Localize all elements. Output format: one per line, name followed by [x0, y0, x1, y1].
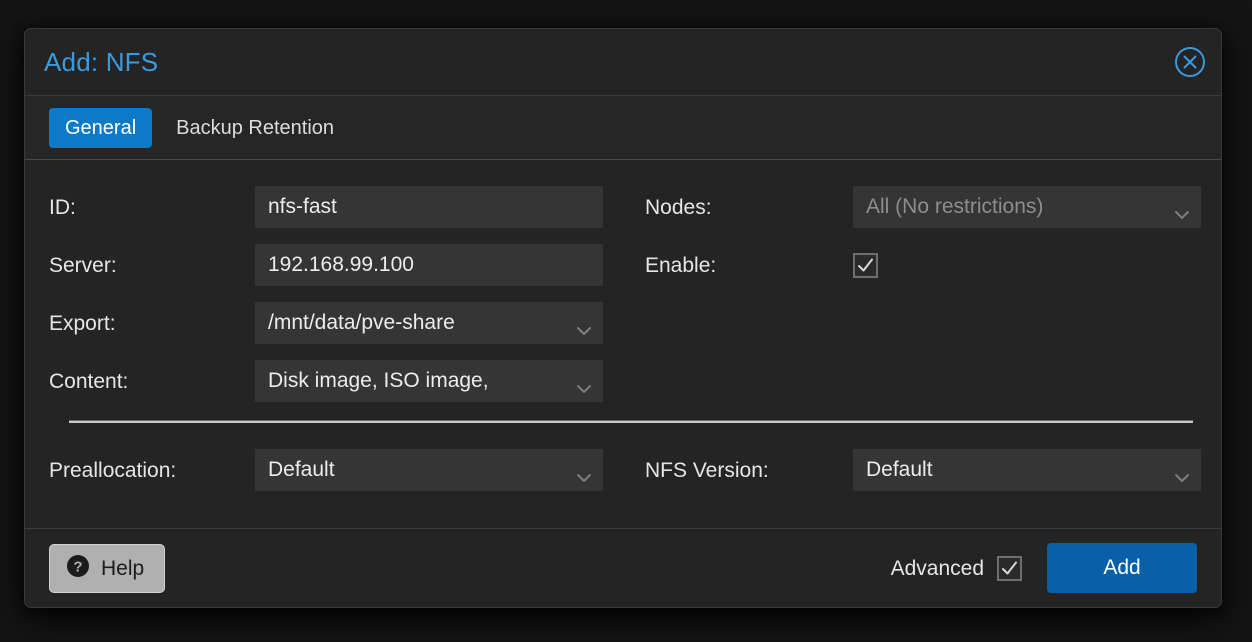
- label-nfs-version: NFS Version:: [645, 458, 769, 482]
- label-enable: Enable:: [645, 253, 717, 277]
- advanced-label: Advanced: [890, 556, 984, 580]
- advanced-fields-grid: Preallocation: Default NFS Version: Defa…: [49, 441, 1201, 499]
- label-id: ID:: [49, 195, 76, 219]
- chevron-down-icon: [576, 318, 592, 335]
- export-select[interactable]: /mnt/data/pve-share: [255, 302, 603, 344]
- label-server: Server:: [49, 253, 117, 277]
- add-nfs-dialog: Add: NFS General Backup Retention ID: nf…: [24, 28, 1222, 608]
- chevron-down-icon: [576, 465, 592, 482]
- help-button[interactable]: ? Help: [49, 543, 166, 593]
- nfs-version-select-value: Default: [866, 458, 933, 481]
- content-select-value: Disk image, ISO image,: [268, 369, 489, 392]
- dialog-titlebar: Add: NFS: [25, 29, 1221, 96]
- help-button-label: Help: [101, 556, 145, 580]
- question-circle-icon: ?: [66, 554, 90, 583]
- preallocation-select-value: Default: [268, 458, 335, 481]
- checkmark-icon: [858, 258, 873, 271]
- advanced-checkbox[interactable]: [997, 555, 1022, 581]
- enable-checkbox[interactable]: [853, 252, 878, 278]
- add-button[interactable]: Add: [1047, 543, 1197, 593]
- screen: Add: NFS General Backup Retention ID: nf…: [0, 0, 1252, 642]
- nodes-select[interactable]: All (No restrictions): [853, 186, 1201, 228]
- dialog-title: Add: NFS: [44, 47, 159, 77]
- tab-general[interactable]: General: [49, 107, 153, 148]
- dialog-footer: ? Help Advanced Add: [25, 529, 1221, 607]
- label-nodes: Nodes:: [645, 195, 712, 219]
- dialog-content: ID: nfs-fast Nodes: All (No restrictions…: [25, 160, 1221, 529]
- svg-text:?: ?: [73, 558, 82, 575]
- tab-backup-retention[interactable]: Backup Retention: [160, 108, 350, 148]
- chevron-down-icon: [1174, 465, 1190, 482]
- chevron-down-icon: [1174, 202, 1190, 219]
- chevron-down-icon: [576, 376, 592, 393]
- server-input[interactable]: 192.168.99.100: [255, 244, 603, 286]
- label-content: Content:: [49, 369, 129, 393]
- close-circle-icon[interactable]: [1173, 45, 1207, 79]
- section-divider: [69, 420, 1193, 423]
- label-export: Export:: [49, 311, 116, 335]
- export-select-value: /mnt/data/pve-share: [268, 311, 455, 334]
- enable-checkbox-cell: [853, 252, 1201, 278]
- preallocation-select[interactable]: Default: [255, 449, 603, 491]
- content-select[interactable]: Disk image, ISO image,: [255, 360, 603, 402]
- dialog-tabbar: General Backup Retention: [25, 96, 1221, 160]
- form-grid: ID: nfs-fast Nodes: All (No restrictions…: [49, 178, 1201, 410]
- id-input[interactable]: nfs-fast: [255, 186, 603, 228]
- nfs-version-select[interactable]: Default: [853, 449, 1201, 491]
- advanced-toggle[interactable]: Advanced: [890, 555, 1022, 581]
- label-preallocation: Preallocation:: [49, 458, 177, 482]
- checkmark-icon: [1002, 561, 1017, 574]
- nodes-select-value: All (No restrictions): [866, 195, 1044, 218]
